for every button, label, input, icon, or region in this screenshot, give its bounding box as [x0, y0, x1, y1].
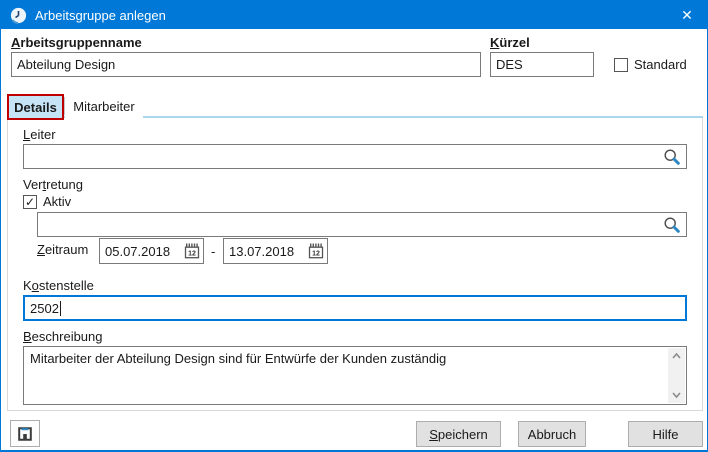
save-icon — [17, 426, 33, 442]
search-icon[interactable] — [663, 216, 681, 234]
standard-checkbox-row[interactable]: Standard — [614, 57, 687, 72]
vertreter-input[interactable] — [37, 212, 687, 237]
kostenstelle-input[interactable]: 2502 — [23, 295, 687, 321]
scroll-up-button[interactable] — [668, 348, 685, 364]
search-icon[interactable] — [663, 148, 681, 166]
calendar-icon[interactable]: 12 — [184, 243, 200, 259]
beschreibung-textarea[interactable]: Mitarbeiter der Abteilung Design sind fü… — [23, 346, 687, 405]
date-from-input[interactable]: 05.07.2018 12 — [99, 238, 204, 264]
standard-label: Standard — [634, 57, 687, 72]
svg-text:12: 12 — [312, 251, 320, 258]
chevron-up-icon — [672, 353, 681, 359]
dialog-arbeitsgruppe-anlegen: Arbeitsgruppe anlegen ✕ Arbeitsgruppenna… — [0, 0, 708, 452]
kurzel-input[interactable]: DES — [490, 52, 594, 77]
date-range-separator: - — [211, 244, 215, 259]
leiter-input[interactable] — [23, 144, 687, 169]
check-icon: ✓ — [25, 196, 35, 208]
vertretung-label: Vertretung — [23, 177, 83, 192]
speichern-button[interactable]: Speichern — [416, 421, 501, 447]
svg-text:12: 12 — [188, 251, 196, 258]
close-icon: ✕ — [681, 7, 693, 24]
kurzel-input-value: DES — [496, 57, 523, 72]
textarea-scrollbar[interactable] — [668, 348, 685, 403]
clock-icon — [10, 7, 27, 24]
name-input-value: Abteilung Design — [17, 57, 115, 72]
name-label: Arbeitsgruppenname — [11, 35, 142, 50]
tab-mitarbeiter[interactable]: Mitarbeiter — [65, 94, 143, 118]
kurzel-label: Kürzel — [490, 35, 530, 50]
beschreibung-label: Beschreibung — [23, 329, 103, 344]
chevron-down-icon — [672, 392, 681, 398]
date-to-value: 13.07.2018 — [229, 244, 308, 259]
tab-separator — [64, 97, 65, 115]
hilfe-button[interactable]: Hilfe — [628, 421, 703, 447]
kostenstelle-label: Kostenstelle — [23, 278, 94, 293]
tab-details[interactable]: Details — [7, 94, 64, 120]
beschreibung-text: Mitarbeiter der Abteilung Design sind fü… — [30, 351, 446, 366]
date-from-value: 05.07.2018 — [105, 244, 184, 259]
save-tool-button[interactable] — [10, 420, 40, 447]
aktiv-checkbox-row[interactable]: ✓ Aktiv — [23, 194, 71, 209]
aktiv-label: Aktiv — [43, 194, 71, 209]
calendar-icon[interactable]: 12 — [308, 243, 324, 259]
close-button[interactable]: ✕ — [667, 1, 707, 29]
titlebar: Arbeitsgruppe anlegen ✕ — [1, 1, 707, 29]
window-title: Arbeitsgruppe anlegen — [35, 8, 166, 23]
leiter-label: Leiter — [23, 127, 56, 142]
name-input[interactable]: Abteilung Design — [11, 52, 481, 77]
text-caret — [60, 301, 61, 316]
aktiv-checkbox[interactable]: ✓ — [23, 195, 37, 209]
standard-checkbox[interactable] — [614, 58, 628, 72]
abbruch-button[interactable]: Abbruch — [518, 421, 586, 447]
zeitraum-label: Zeitraum — [37, 242, 88, 257]
date-to-input[interactable]: 13.07.2018 12 — [223, 238, 328, 264]
kostenstelle-input-value: 2502 — [30, 301, 59, 316]
scroll-down-button[interactable] — [668, 387, 685, 403]
